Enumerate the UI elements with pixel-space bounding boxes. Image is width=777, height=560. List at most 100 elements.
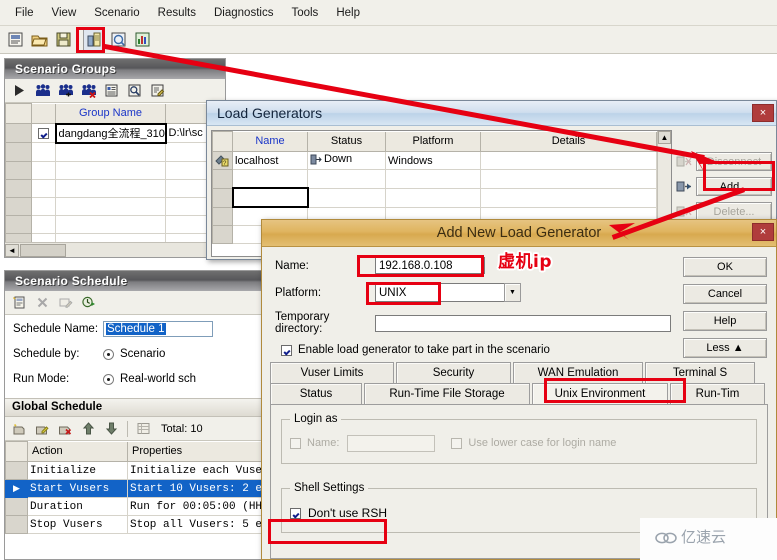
grid-view-icon[interactable] xyxy=(132,418,155,439)
table-row[interactable] xyxy=(5,196,225,216)
open-scenario-icon[interactable] xyxy=(28,29,50,51)
add-action-icon[interactable] xyxy=(8,418,31,439)
properties-cell[interactable]: Start 10 Vusers: 2 eve xyxy=(127,479,271,498)
menu-file[interactable]: File xyxy=(6,4,43,22)
new-scenario-icon[interactable] xyxy=(4,29,26,51)
tab-status[interactable]: Status xyxy=(270,383,362,404)
dont-use-rsh-checkbox[interactable] xyxy=(290,507,301,519)
tab-unix-environment[interactable]: Unix Environment xyxy=(532,383,668,404)
table-row[interactable] xyxy=(212,169,657,189)
menu-help[interactable]: Help xyxy=(327,4,369,22)
move-up-icon[interactable] xyxy=(77,418,100,439)
cell[interactable] xyxy=(31,178,56,198)
row-handle[interactable] xyxy=(5,515,28,534)
row-handle[interactable] xyxy=(5,196,32,216)
table-row[interactable] xyxy=(212,187,657,208)
login-name-input[interactable] xyxy=(347,434,436,452)
properties-cell[interactable]: Initialize each Vuser xyxy=(127,461,271,480)
save-scenario-icon[interactable] xyxy=(52,29,74,51)
disconnect-button[interactable]: Disconnect xyxy=(696,152,772,171)
lg-status-cell[interactable] xyxy=(307,187,386,208)
table-row[interactable] xyxy=(5,214,225,234)
global-schedule-grid[interactable]: Action Properties Initialize Initialize … xyxy=(5,441,271,534)
edit-script-icon[interactable] xyxy=(146,80,169,101)
action-cell[interactable]: Initialize xyxy=(27,461,128,480)
menu-diagnostics[interactable]: Diagnostics xyxy=(205,4,282,22)
platform-combobox[interactable]: UNIX ▼ xyxy=(375,283,521,302)
cell[interactable] xyxy=(55,196,166,216)
view-script-icon[interactable] xyxy=(123,80,146,101)
lg-platform-cell[interactable]: Windows xyxy=(385,151,481,170)
temp-dir-input[interactable] xyxy=(375,314,671,332)
table-row[interactable]: Stop Vusers Stop all Vusers: 5 eve xyxy=(5,515,271,534)
properties-cell[interactable]: Stop all Vusers: 5 eve xyxy=(127,515,271,534)
row-handle[interactable] xyxy=(5,142,32,162)
load-generators-titlebar[interactable]: Load Generators × xyxy=(207,101,776,126)
table-row[interactable]: Initialize Initialize each Vuser xyxy=(5,461,271,480)
group-details-icon[interactable] xyxy=(100,80,123,101)
help-button[interactable]: Help xyxy=(683,311,767,331)
tab-runtime-quota[interactable]: Run-Tim xyxy=(670,383,765,404)
tab-security[interactable]: Security xyxy=(396,362,511,383)
lg-platform-cell[interactable] xyxy=(385,187,481,208)
chevron-down-icon[interactable]: ▼ xyxy=(504,283,521,302)
table-row[interactable]: dangdang全流程_310 D:\lr\sc xyxy=(5,122,225,144)
cell[interactable] xyxy=(55,214,166,234)
delete-schedule-icon[interactable] xyxy=(31,292,54,313)
lg-details-cell[interactable] xyxy=(480,169,657,189)
row-handle[interactable] xyxy=(5,123,32,143)
schedule-name-input[interactable]: Schedule 1 xyxy=(103,321,213,337)
add-load-generator-titlebar[interactable]: Add New Load Generator × xyxy=(262,220,776,247)
vusers-icon[interactable] xyxy=(31,80,54,101)
lg-details-cell[interactable] xyxy=(480,151,657,170)
ok-button[interactable]: OK xyxy=(683,257,767,277)
add-button[interactable]: Add... xyxy=(696,177,772,196)
close-icon[interactable]: × xyxy=(752,104,774,122)
cell[interactable] xyxy=(31,214,56,234)
delete-vusers-icon[interactable] xyxy=(77,80,100,101)
row-handle[interactable] xyxy=(212,169,233,189)
menu-results[interactable]: Results xyxy=(149,4,205,22)
run-mode-radio-realworld[interactable]: Real-world sch xyxy=(103,373,196,385)
design-view-icon[interactable] xyxy=(83,28,105,51)
table-row[interactable]: Duration Run for 00:05:00 (HH:M xyxy=(5,497,271,516)
cell[interactable] xyxy=(31,196,56,216)
row-handle[interactable] xyxy=(212,206,233,226)
tab-runtime-file-storage[interactable]: Run-Time File Storage xyxy=(364,383,530,404)
analysis-icon[interactable] xyxy=(131,29,153,51)
login-name-checkbox[interactable] xyxy=(290,437,301,449)
lg-details-cell[interactable] xyxy=(480,187,657,208)
row-enable-checkbox-cell[interactable] xyxy=(31,123,56,143)
scroll-left-icon[interactable]: ◄ xyxy=(5,243,19,257)
row-handle[interactable] xyxy=(5,497,28,516)
lg-platform-cell[interactable] xyxy=(385,169,481,189)
add-vusers-icon[interactable] xyxy=(54,80,77,101)
edit-schedule-icon[interactable] xyxy=(54,292,77,313)
lg-status-cell[interactable]: Down xyxy=(307,151,386,170)
close-icon[interactable]: × xyxy=(752,223,774,241)
edit-action-icon[interactable] xyxy=(31,418,54,439)
dont-use-rsh-row[interactable]: Don't use RSH xyxy=(290,502,748,524)
menu-scenario[interactable]: Scenario xyxy=(85,4,148,22)
less-button[interactable]: Less ▲ xyxy=(683,338,767,358)
radio-scenario-icon[interactable] xyxy=(103,348,114,360)
enable-generator-checkbox[interactable] xyxy=(281,344,292,356)
lg-name-cell[interactable] xyxy=(232,169,308,189)
action-cell[interactable]: Duration xyxy=(27,497,128,516)
tab-vuser-limits[interactable]: Vuser Limits xyxy=(270,362,394,383)
table-row[interactable]: ? localhost Down Windows xyxy=(212,151,657,170)
move-down-icon[interactable] xyxy=(100,418,123,439)
scroll-up-icon[interactable]: ▲ xyxy=(658,131,671,144)
scenario-groups-grid[interactable]: Group Name dangdang全流程_310 D:\lr\sc xyxy=(5,103,225,252)
lg-name-cell-editing[interactable] xyxy=(231,187,309,208)
cell[interactable] xyxy=(55,160,166,180)
remove-action-icon[interactable] xyxy=(54,418,77,439)
tab-terminal-services[interactable]: Terminal S xyxy=(645,362,755,383)
group-enabled-checkbox[interactable] xyxy=(37,127,49,139)
table-row[interactable] xyxy=(5,142,225,162)
name-input[interactable]: 192.168.0.108 xyxy=(375,257,485,274)
row-handle[interactable] xyxy=(5,178,32,198)
action-cell[interactable]: Stop Vusers xyxy=(27,515,128,534)
cancel-button[interactable]: Cancel xyxy=(683,284,767,304)
new-schedule-icon[interactable] xyxy=(8,292,31,313)
